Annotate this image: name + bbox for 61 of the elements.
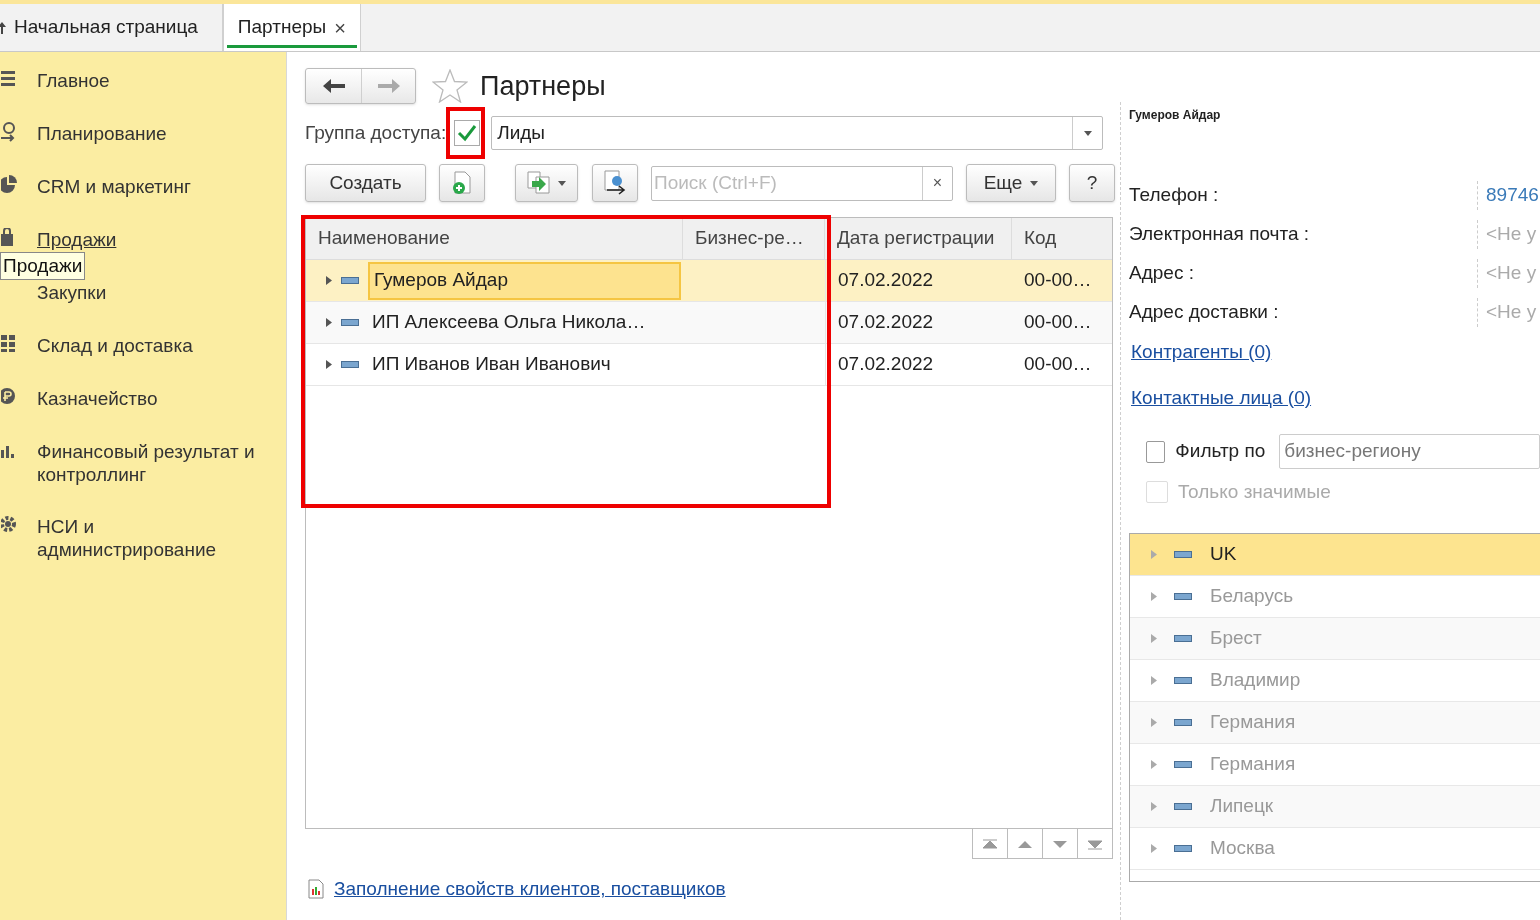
field-label: Адрес доставки :: [1129, 300, 1280, 325]
close-icon[interactable]: ×: [334, 12, 346, 43]
checkbox-label: Только значимые: [1178, 480, 1331, 504]
form-title: Партнеры: [480, 69, 606, 103]
sidebar-item[interactable]: НСИ и администрирование: [37, 515, 276, 561]
list-item-text: Германия: [1210, 751, 1296, 776]
table-cell-text: 00-00…: [1024, 268, 1092, 293]
table-cell-text: 07.02.2022: [838, 352, 934, 377]
dropdown-field[interactable]: Лиды: [491, 116, 1104, 150]
list-row[interactable]: UK: [1130, 533, 1540, 576]
sidebar-item[interactable]: Финансовый результат и контроллинг: [37, 440, 276, 486]
column-header[interactable]: Дата регистрации: [825, 218, 1012, 259]
clear-button[interactable]: ×: [922, 166, 952, 200]
link[interactable]: Контактные лица (0): [1131, 383, 1312, 412]
table-cell-text: 07.02.2022: [838, 310, 934, 335]
link[interactable]: Контрагенты (0): [1131, 338, 1272, 367]
table-row[interactable]: ИП Алексеева Ольга Никола… 07.02.2022 00-00…: [306, 302, 1112, 344]
list-item-text: Владимир: [1210, 667, 1301, 692]
report-link[interactable]: Заполнение свойств клиентов, поставщиков: [334, 875, 726, 904]
sidebar-item[interactable]: Главное: [37, 69, 110, 92]
field-label: Телефон :: [1129, 183, 1220, 208]
list-item-text: Москва: [1210, 835, 1275, 860]
tooltip: Продажи: [0, 252, 86, 280]
table-cell-text: 07.02.2022: [838, 268, 934, 293]
search-field[interactable]: Поиск (Ctrl+F) ×: [651, 165, 953, 201]
list-item-text: Липецк: [1210, 793, 1274, 818]
table-row[interactable]: Гумеров Айдар 07.02.2022 00-00…: [306, 260, 1112, 302]
list-item-text: Германия: [1210, 709, 1296, 734]
table-cell-text: ИП Иванов Иван Иванович: [371, 352, 612, 377]
table-cell-text: ИП Алексеева Ольга Никола…: [371, 310, 647, 335]
field-label: Группа доступа:: [305, 120, 447, 145]
list-item-text: UK: [1210, 541, 1237, 566]
tab[interactable]: Начальная страница: [0, 4, 223, 51]
sidebar-item[interactable]: Планирование: [37, 122, 167, 145]
column-header[interactable]: Наименование: [306, 218, 683, 259]
list-item-text: Брест: [1210, 625, 1262, 650]
more-button[interactable]: Еще: [966, 164, 1056, 202]
field-value: <Не у: [1477, 220, 1537, 249]
create-button[interactable]: Создать: [305, 164, 426, 202]
field-value: <Не у: [1477, 259, 1537, 288]
partner-name: Гумеров Айдар: [1129, 107, 1222, 124]
sidebar-item[interactable]: Продажи: [37, 228, 117, 251]
column-header[interactable]: Бизнес-ре…: [683, 218, 825, 259]
field-label: Электронная почта :: [1129, 222, 1311, 247]
field-value: <Не у: [1477, 298, 1537, 327]
table-cell: Гумеров Айдар: [368, 261, 681, 300]
table-row[interactable]: ИП Иванов Иван Иванович 07.02.2022 00-00…: [306, 344, 1112, 386]
tab[interactable]: Партнеры ×: [222, 4, 361, 51]
sidebar-item[interactable]: Закупки: [37, 281, 107, 304]
list-item-text: Беларусь: [1210, 583, 1294, 608]
checkbox-label: Фильтр по: [1175, 439, 1266, 464]
sidebar-item[interactable]: Склад и доставка: [37, 334, 193, 357]
table-cell-text: 00-00…: [1024, 352, 1092, 377]
sidebar-item[interactable]: CRM и маркетинг: [37, 175, 191, 198]
sidebar-item[interactable]: Казначейство: [37, 387, 158, 410]
table-cell-text: 00-00…: [1024, 310, 1092, 335]
filter-field[interactable]: бизнес-региону: [1279, 434, 1540, 469]
help-button[interactable]: ?: [1069, 164, 1115, 202]
column-header[interactable]: Код: [1012, 218, 1112, 259]
field-value[interactable]: 89746: [1477, 181, 1539, 210]
field-label: Адрес :: [1129, 261, 1195, 286]
